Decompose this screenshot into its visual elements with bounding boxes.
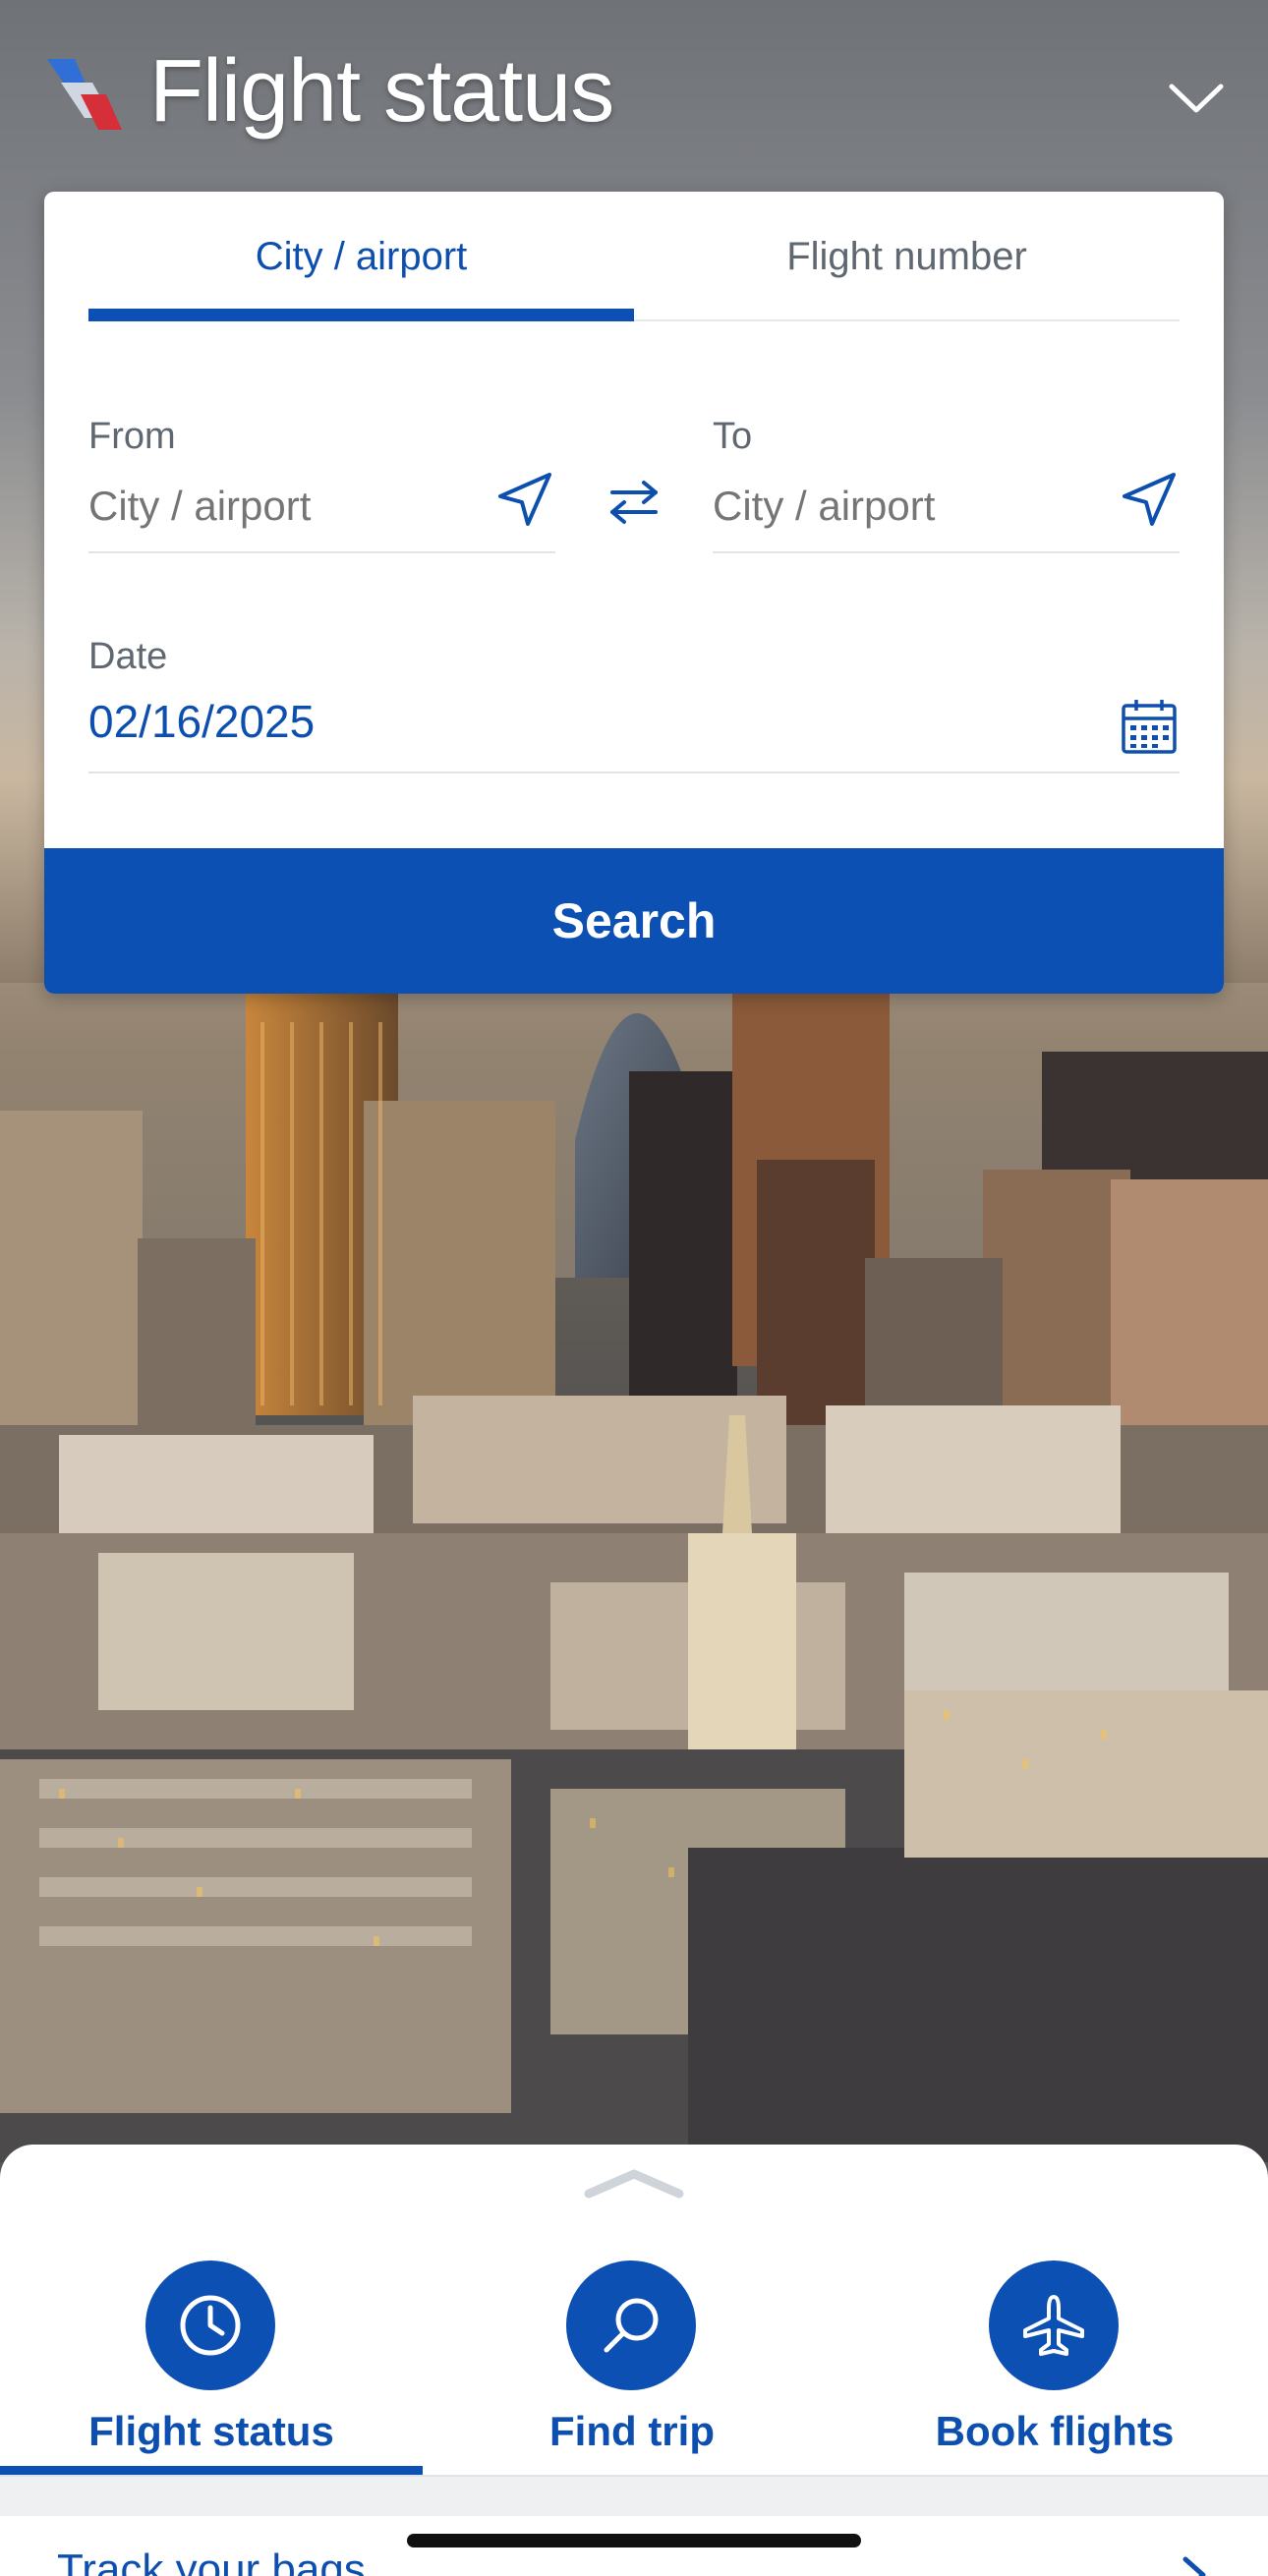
chevron-right-icon (1182, 2556, 1206, 2576)
nav-find-trip-label: Find trip (549, 2408, 715, 2454)
date-label: Date (88, 636, 168, 677)
to-label: To (713, 416, 753, 457)
nav-find-trip[interactable]: Find trip (421, 2261, 843, 2454)
to-location-icon[interactable] (1117, 469, 1180, 532)
tab-flight-number[interactable]: Flight number (634, 192, 1180, 321)
swap-icon[interactable] (606, 475, 662, 530)
nav-flight-status[interactable]: Flight status (0, 2261, 423, 2454)
nav-flight-status-label: Flight status (88, 2408, 334, 2454)
chevron-up-icon[interactable] (583, 2164, 685, 2204)
tab-city-airport[interactable]: City / airport (88, 192, 634, 321)
search-icon (566, 2261, 696, 2390)
date-value[interactable]: 02/16/2025 (88, 695, 315, 748)
clock-icon (145, 2261, 275, 2390)
flight-search-card: City / airport Flight number From To Dat… (44, 192, 1224, 994)
section-separator (0, 2477, 1268, 2516)
page-title: Flight status (149, 42, 614, 141)
date-underline (88, 772, 1180, 773)
to-input[interactable] (713, 477, 1096, 536)
from-label: From (88, 416, 176, 457)
search-button[interactable]: Search (44, 848, 1224, 994)
to-underline (713, 551, 1180, 553)
active-tab-indicator (88, 309, 634, 321)
airline-logo-icon (47, 59, 122, 130)
search-mode-tabs: City / airport Flight number (88, 192, 1180, 321)
from-location-icon[interactable] (492, 469, 555, 532)
track-bags-label: Track your bags (57, 2546, 366, 2576)
calendar-icon[interactable] (1120, 697, 1179, 756)
nav-book-flights[interactable]: Book flights (843, 2261, 1266, 2454)
from-underline (88, 551, 555, 553)
plane-icon (989, 2261, 1119, 2390)
nav-book-flights-label: Book flights (935, 2408, 1175, 2454)
chevron-down-icon[interactable] (1168, 79, 1225, 118)
home-indicator[interactable] (407, 2534, 861, 2547)
app-header: Flight status (0, 0, 1268, 187)
from-input[interactable] (88, 477, 472, 536)
